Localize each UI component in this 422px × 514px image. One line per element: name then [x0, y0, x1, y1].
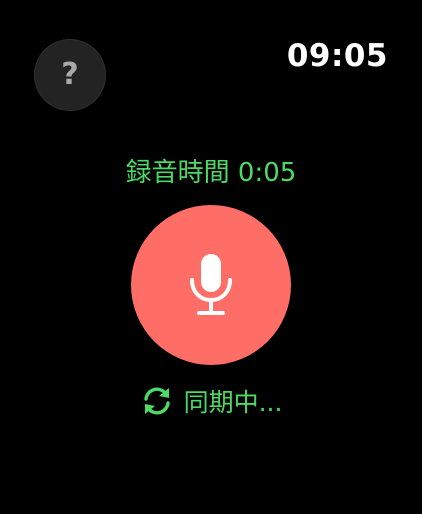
microphone-icon	[190, 254, 232, 315]
sync-status: 同期中...	[0, 383, 422, 419]
recording-time-label: 録音時間 0:05	[125, 158, 297, 188]
sync-status-label: 同期中...	[183, 388, 283, 417]
status-bar-time: 09:05	[286, 38, 388, 74]
record-mic-button[interactable]	[131, 205, 291, 365]
question-mark-icon: ?	[61, 57, 79, 92]
help-button[interactable]: ?	[34, 39, 106, 111]
sync-icon	[143, 387, 170, 415]
